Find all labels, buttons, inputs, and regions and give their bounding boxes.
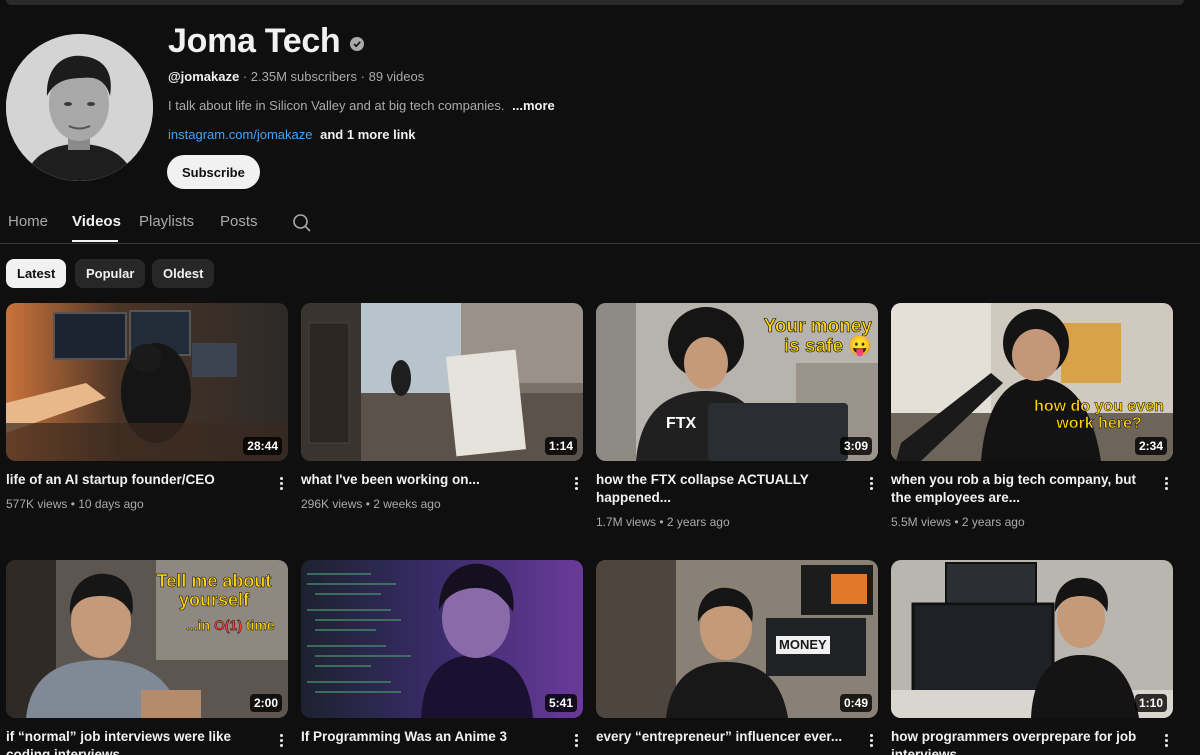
more-options-icon[interactable] <box>1159 473 1173 493</box>
video-card[interactable]: MONEY 0:49 every “entrepreneur” influenc… <box>596 560 878 747</box>
thumbnail-caption: Your money is safe 😛 <box>763 316 872 357</box>
video-stats: 1.7M views • 2 years ago <box>596 515 730 529</box>
video-card[interactable]: 1:10 how programmers overprepare for job… <box>891 560 1173 755</box>
thumbnail-caption: how do you even work here? <box>1034 398 1164 432</box>
video-title[interactable]: how the FTX collapse ACTUALLY happened..… <box>596 471 851 507</box>
active-tab-indicator <box>72 240 118 242</box>
more-options-icon[interactable] <box>1159 730 1173 750</box>
channel-meta: @jomakaze · 2.35M subscribers · 89 video… <box>168 69 425 84</box>
channel-links: instagram.com/jomakaze and 1 more link <box>168 127 416 142</box>
filter-popular[interactable]: Popular <box>75 259 146 288</box>
tab-playlists[interactable]: Playlists <box>139 213 194 230</box>
video-duration: 1:14 <box>544 437 577 455</box>
video-duration: 5:41 <box>544 694 577 712</box>
upload-age: 10 days ago <box>78 497 144 511</box>
channel-banner <box>6 0 1184 5</box>
video-duration: 28:44 <box>243 437 282 455</box>
view-count: 296K views <box>301 497 363 511</box>
channel-handle: @jomakaze <box>168 69 240 84</box>
video-title[interactable]: when you rob a big tech company, but the… <box>891 471 1146 507</box>
thumbnail-caption: Tell me about yourself <box>156 571 272 610</box>
search-icon[interactable] <box>292 213 312 233</box>
video-title[interactable]: life of an AI startup founder/CEO <box>6 471 261 489</box>
video-card[interactable]: Tell me about yourself ...in O(1) time 2… <box>6 560 288 755</box>
video-duration: 0:49 <box>839 694 872 712</box>
video-card[interactable]: Your money is safe 😛 FTX 3:09 how the FT… <box>596 303 878 529</box>
video-thumbnail[interactable]: Tell me about yourself ...in O(1) time 2… <box>6 560 288 718</box>
video-title[interactable]: if “normal” job interviews were like cod… <box>6 728 261 755</box>
subscriber-count: 2.35M subscribers <box>250 69 358 84</box>
upload-age: 2 weeks ago <box>373 497 441 511</box>
video-count: 89 videos <box>368 69 425 84</box>
video-title[interactable]: how programmers overprepare for job inte… <box>891 728 1146 755</box>
tab-posts[interactable]: Posts <box>220 213 258 230</box>
video-thumbnail[interactable]: how do you even work here? 2:34 <box>891 303 1173 461</box>
channel-description[interactable]: I talk about life in Silicon Valley and … <box>168 98 555 113</box>
upload-age: 2 years ago <box>666 515 730 529</box>
video-stats: 577K views • 10 days ago <box>6 497 144 511</box>
ftx-logo-text: FTX <box>666 415 697 432</box>
more-options-icon[interactable] <box>864 730 878 750</box>
channel-tabs: Home Videos Playlists Posts <box>0 200 1200 244</box>
more-links-button[interactable]: and 1 more link <box>320 127 415 142</box>
verified-icon <box>350 36 365 51</box>
video-card[interactable]: how do you even work here? 2:34 when you… <box>891 303 1173 529</box>
more-options-icon[interactable] <box>569 473 583 493</box>
video-title[interactable]: what I've been working on... <box>301 471 556 489</box>
channel-name: Joma Tech <box>168 22 341 60</box>
video-thumbnail[interactable]: 28:44 <box>6 303 288 461</box>
description-more-link[interactable]: ...more <box>512 98 555 113</box>
view-count: 5.5M views <box>891 515 952 529</box>
video-card[interactable]: 1:14 what I've been working on... 296K v… <box>301 303 583 511</box>
video-duration: 2:00 <box>249 694 282 712</box>
video-duration: 1:10 <box>1134 694 1167 712</box>
video-duration: 2:34 <box>1134 437 1167 455</box>
video-title[interactable]: every “entrepreneur” influencer ever... <box>596 728 851 746</box>
thumbnail-caption-sub: ...in O(1) time <box>186 617 275 633</box>
video-thumbnail[interactable]: 1:14 <box>301 303 583 461</box>
video-thumbnail[interactable]: MONEY 0:49 <box>596 560 878 718</box>
more-options-icon[interactable] <box>864 473 878 493</box>
filter-oldest[interactable]: Oldest <box>152 259 215 288</box>
video-duration: 3:09 <box>839 437 872 455</box>
more-options-icon[interactable] <box>274 730 288 750</box>
filter-latest[interactable]: Latest <box>6 259 67 288</box>
video-card[interactable]: 28:44 life of an AI startup founder/CEO … <box>6 303 288 511</box>
subscribe-button[interactable]: Subscribe <box>167 155 260 189</box>
description-text: I talk about life in Silicon Valley and … <box>168 98 505 113</box>
money-sign: MONEY <box>776 636 830 654</box>
more-options-icon[interactable] <box>569 730 583 750</box>
video-thumbnail[interactable]: 1:10 <box>891 560 1173 718</box>
tab-home[interactable]: Home <box>8 213 48 230</box>
video-thumbnail[interactable]: Your money is safe 😛 FTX 3:09 <box>596 303 878 461</box>
tab-videos[interactable]: Videos <box>72 213 121 230</box>
instagram-link[interactable]: instagram.com/jomakaze <box>168 127 313 142</box>
video-stats: 5.5M views • 2 years ago <box>891 515 1025 529</box>
view-count: 1.7M views <box>596 515 657 529</box>
more-options-icon[interactable] <box>274 473 288 493</box>
channel-title: Joma Tech <box>168 22 365 61</box>
channel-avatar[interactable] <box>6 34 153 181</box>
video-thumbnail[interactable]: 5:41 <box>301 560 583 718</box>
video-title[interactable]: If Programming Was an Anime 3 <box>301 728 556 746</box>
video-stats: 296K views • 2 weeks ago <box>301 497 441 511</box>
video-card[interactable]: 5:41 If Programming Was an Anime 3 <box>301 560 583 747</box>
upload-age: 2 years ago <box>961 515 1025 529</box>
view-count: 577K views <box>6 497 68 511</box>
